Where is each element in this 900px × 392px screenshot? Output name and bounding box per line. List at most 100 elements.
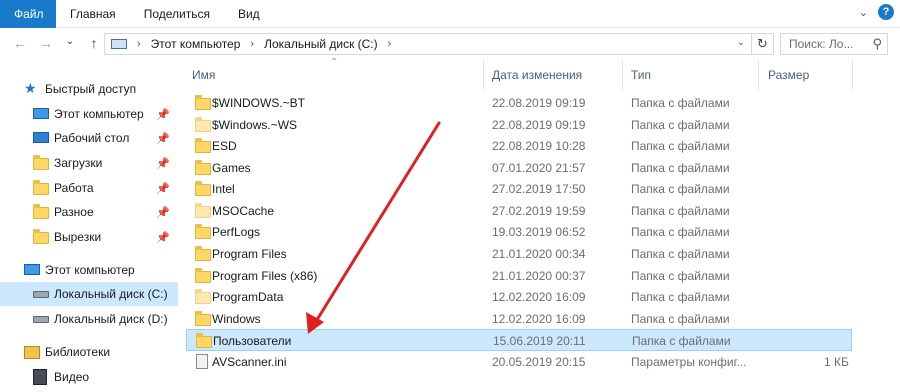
folder-icon [195,246,211,261]
nav-libraries[interactable]: Библиотеки [0,340,178,364]
folder-icon [195,203,211,218]
column-header-date[interactable]: Дата изменения [492,68,582,82]
pin-icon: 📌 [156,108,170,121]
file-date: 22.08.2019 09:19 [492,96,586,110]
recent-locations-icon[interactable]: ⌄ [60,36,80,47]
help-icon[interactable]: ? [878,4,894,20]
file-row[interactable]: ProgramData 12.02.2020 16:09 Папка с фай… [186,286,852,308]
breadcrumb-this-pc[interactable]: Этот компьютер [151,37,241,51]
folder-icon [195,181,211,196]
nav-pinned-misc[interactable]: Разное 📌 [0,200,178,224]
computer-icon [24,264,40,275]
file-type: Папка с файлами [631,139,730,153]
address-bar-row: ← → ⌄ ↑ › Этот компьютер › Локальный дис… [0,29,900,59]
file-type: Папка с файлами [631,312,730,326]
tab-share[interactable]: Поделиться [130,0,224,28]
column-divider[interactable] [852,60,853,90]
nav-drive-c[interactable]: Локальный диск (C:) [0,282,178,306]
breadcrumb-separator-icon[interactable]: › [250,38,254,50]
folder-icon [33,204,49,219]
nav-libraries-label: Библиотеки [45,345,111,359]
hard-drive-icon [33,316,49,323]
nav-pinned-clippings[interactable]: Вырезки 📌 [0,225,178,249]
nav-pinned-desktop[interactable]: Рабочий стол 📌 [0,126,178,150]
file-row[interactable]: ESD 22.08.2019 10:28 Папка с файлами [186,135,852,157]
breadcrumb-separator-icon[interactable]: › [137,38,141,50]
column-header-name[interactable]: Имя [192,68,215,82]
file-date: 21.01.2020 00:34 [492,247,586,261]
nav-quick-access[interactable]: ★ Быстрый доступ [0,77,178,101]
nav-quick-access-label: Быстрый доступ [45,82,137,96]
file-row[interactable]: Program Files 21.01.2020 00:34 Папка с ф… [186,243,852,265]
search-icon[interactable]: ⚲ [872,34,882,54]
file-date: 27.02.2019 19:59 [492,204,586,218]
file-row[interactable]: $WINDOWS.~BT 22.08.2019 09:19 Папка с фа… [186,92,852,114]
nav-item-label: Загрузки [54,156,103,170]
refresh-button[interactable]: ↻ [752,33,774,55]
folder-icon [195,268,211,283]
video-icon [33,369,47,385]
nav-pinned-downloads[interactable]: Загрузки 📌 [0,151,178,175]
computer-icon [33,108,49,119]
file-type: Параметры конфиг... [631,355,747,369]
file-row-selected[interactable]: Пользователи 15.06.2019 20:11 Папка с фа… [186,329,852,351]
forward-arrow-icon[interactable]: → [36,35,56,51]
back-arrow-icon[interactable]: ← [10,35,30,51]
file-row[interactable]: MSOCache 27.02.2019 19:59 Папка с файлам… [186,200,852,222]
nav-pinned-this-pc[interactable]: Этот компьютер 📌 [0,102,178,126]
nav-item-label: Разное [54,205,94,219]
pin-icon: 📌 [156,182,170,195]
expand-ribbon-icon[interactable]: ⌄ [859,6,868,19]
folder-icon [195,311,211,326]
nav-video[interactable]: Видео [0,365,178,389]
nav-item-label: Вырезки [54,230,102,244]
breadcrumb-drive-c[interactable]: Локальный диск (C:) [264,37,378,51]
column-divider[interactable] [622,60,623,90]
file-row[interactable]: $Windows.~WS 22.08.2019 09:19 Папка с фа… [186,114,852,136]
nav-item-label: Работа [54,181,94,195]
sort-ascending-icon: ⌃ [330,57,339,68]
address-field[interactable]: › Этот компьютер › Локальный диск (C:) ›… [104,33,752,55]
folder-icon [33,229,49,244]
file-name: $WINDOWS.~BT [212,96,306,110]
nav-item-label: Локальный диск (C:) [54,287,168,301]
folder-icon [195,289,211,304]
file-type: Папка с файлами [631,225,730,239]
file-row[interactable]: Program Files (x86) 21.01.2020 00:37 Пап… [186,265,852,287]
file-row[interactable]: PerfLogs 19.03.2019 06:52 Папка с файлам… [186,221,852,243]
file-row[interactable]: Windows 12.02.2020 16:09 Папка с файлами [186,308,852,330]
file-date: 19.03.2019 06:52 [492,225,586,239]
file-row[interactable]: Games 07.01.2020 21:57 Папка с файлами [186,157,852,179]
file-name: MSOCache [212,204,275,218]
address-dropdown-icon[interactable]: ⌄ [737,37,745,48]
up-arrow-icon[interactable]: ↑ [84,35,104,51]
breadcrumb-separator-icon[interactable]: › [388,38,392,50]
file-row[interactable]: Intel 27.02.2019 17:50 Папка с файлами [186,178,852,200]
nav-this-pc[interactable]: Этот компьютер [0,258,178,282]
search-input[interactable]: Поиск: Ло... ⚲ [780,33,888,55]
column-header-type[interactable]: Тип [631,68,651,82]
pin-icon: 📌 [156,157,170,170]
ribbon-right-controls: ⌄ ? [859,4,894,20]
nav-drive-d[interactable]: Локальный диск (D:) [0,307,178,331]
desktop-icon [33,132,49,143]
folder-icon [195,160,211,175]
file-date: 12.02.2020 16:09 [492,290,586,304]
nav-pinned-work[interactable]: Работа 📌 [0,176,178,200]
file-date: 21.01.2020 00:37 [492,269,586,283]
file-date: 12.02.2020 16:09 [492,312,586,326]
nav-item-label: Локальный диск (D:) [54,312,168,326]
column-divider[interactable] [758,60,759,90]
column-header-size[interactable]: Размер [768,68,809,82]
file-type: Папка с файлами [631,161,730,175]
nav-item-label: Рабочий стол [54,131,130,145]
file-type: Папка с файлами [631,290,730,304]
file-row[interactable]: AVScanner.ini 20.05.2019 20:15 Параметры… [186,351,852,373]
settings-file-icon [196,354,208,369]
tab-view[interactable]: Вид [224,0,274,28]
file-date: 15.06.2019 20:11 [493,334,586,348]
tab-home[interactable]: Главная [56,0,130,28]
column-divider[interactable] [483,60,484,90]
computer-icon [111,39,127,49]
tab-file[interactable]: Файл [0,0,56,28]
